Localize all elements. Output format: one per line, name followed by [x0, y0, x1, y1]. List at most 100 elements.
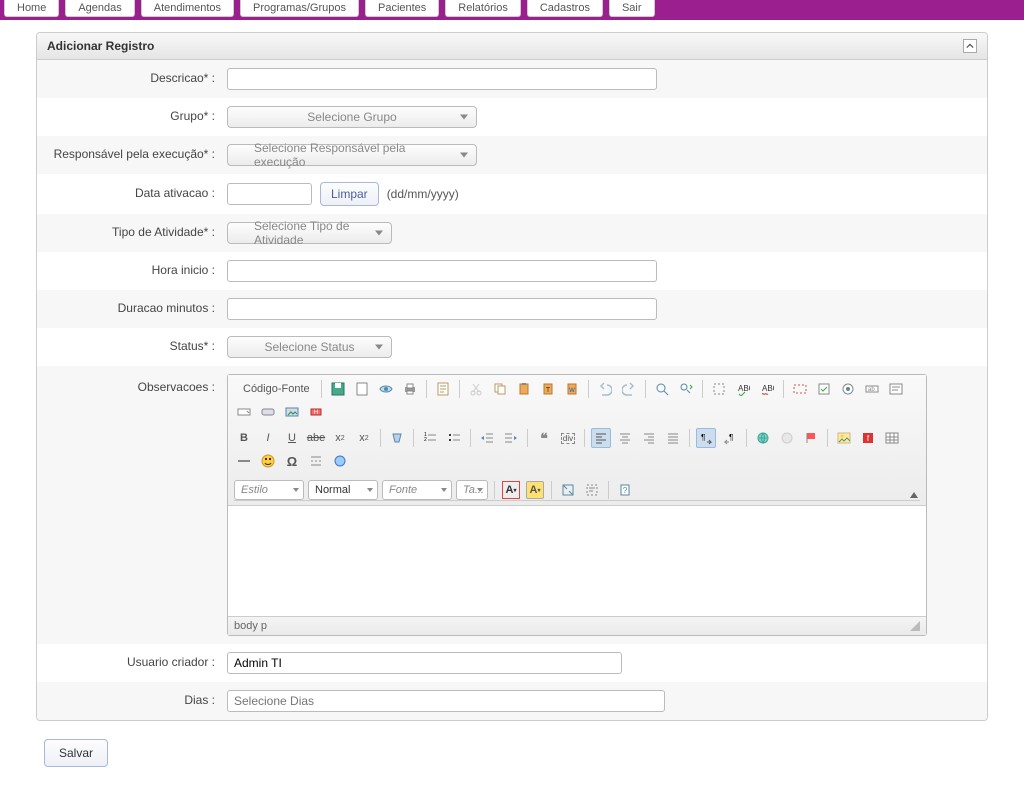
- find-icon[interactable]: [652, 379, 672, 399]
- paste-icon[interactable]: [514, 379, 534, 399]
- status-select[interactable]: Selecione Status: [227, 336, 392, 358]
- tipo-atividade-select[interactable]: Selecione Tipo de Atividade: [227, 222, 392, 244]
- nav-pacientes[interactable]: Pacientes: [365, 0, 439, 17]
- scayt-icon[interactable]: ABC: [757, 379, 777, 399]
- nav-agendas[interactable]: Agendas: [65, 0, 134, 17]
- bgcolor-icon[interactable]: A▾: [525, 480, 545, 500]
- undo-icon[interactable]: [595, 379, 615, 399]
- table-icon[interactable]: [882, 428, 902, 448]
- iframe-icon[interactable]: [330, 451, 350, 471]
- form-icon[interactable]: [790, 379, 810, 399]
- style-combo[interactable]: Estilo: [234, 480, 304, 500]
- editor-resize-handle[interactable]: [910, 621, 920, 631]
- nav-sair[interactable]: Sair: [609, 0, 655, 17]
- specialchar-icon[interactable]: Ω: [282, 451, 302, 471]
- hora-inicio-input[interactable]: [227, 260, 657, 282]
- cut-icon[interactable]: [466, 379, 486, 399]
- svg-text:ABC: ABC: [738, 384, 750, 393]
- ltr-icon[interactable]: ¶: [696, 428, 716, 448]
- radio-icon[interactable]: [838, 379, 858, 399]
- superscript-icon[interactable]: x2: [354, 428, 374, 448]
- spellcheck-icon[interactable]: ABC: [733, 379, 753, 399]
- copy-icon[interactable]: [490, 379, 510, 399]
- duracao-input[interactable]: [227, 298, 657, 320]
- maximize-icon[interactable]: [558, 480, 578, 500]
- replace-icon[interactable]: [676, 379, 696, 399]
- nav-cadastros[interactable]: Cadastros: [527, 0, 603, 17]
- underline-icon[interactable]: U: [282, 428, 302, 448]
- align-left-icon[interactable]: [591, 428, 611, 448]
- bold-icon[interactable]: B: [234, 428, 254, 448]
- link-icon[interactable]: [753, 428, 773, 448]
- usuario-criador-input[interactable]: [227, 652, 622, 674]
- templates-icon[interactable]: [433, 379, 453, 399]
- imagebutton-icon[interactable]: [282, 402, 302, 422]
- descricao-input[interactable]: [227, 68, 657, 90]
- hr-icon[interactable]: [234, 451, 254, 471]
- indent-icon[interactable]: [501, 428, 521, 448]
- editor-elements-path[interactable]: body p: [234, 620, 267, 632]
- selectall-icon[interactable]: [709, 379, 729, 399]
- unlink-icon[interactable]: [777, 428, 797, 448]
- about-icon[interactable]: ?: [615, 480, 635, 500]
- format-combo-label: Normal: [315, 484, 350, 496]
- nav-atendimentos[interactable]: Atendimentos: [141, 0, 234, 17]
- outdent-icon[interactable]: [477, 428, 497, 448]
- format-combo[interactable]: Normal: [308, 480, 378, 500]
- label-dias: Dias :: [47, 693, 227, 709]
- image-icon[interactable]: [834, 428, 854, 448]
- newpage-icon[interactable]: [352, 379, 372, 399]
- label-data-ativacao: Data ativacao :: [47, 186, 227, 202]
- limpar-button[interactable]: Limpar: [320, 182, 379, 206]
- blockquote-icon[interactable]: ❝: [534, 428, 554, 448]
- hiddenfield-icon[interactable]: H: [306, 402, 326, 422]
- toolbar-separator: [527, 429, 528, 447]
- font-combo[interactable]: Fonte: [382, 480, 452, 500]
- paste-text-icon[interactable]: T: [538, 379, 558, 399]
- smiley-icon[interactable]: [258, 451, 278, 471]
- textcolor-icon[interactable]: A▾: [501, 480, 521, 500]
- align-center-icon[interactable]: [615, 428, 635, 448]
- responsavel-select[interactable]: Selecione Responsável pela execução: [227, 144, 477, 166]
- anchor-icon[interactable]: [801, 428, 821, 448]
- nav-home[interactable]: Home: [4, 0, 59, 17]
- nav-relatorios[interactable]: Relatórios: [445, 0, 521, 17]
- editor-content-area[interactable]: [228, 506, 926, 616]
- select-field-icon[interactable]: [234, 402, 254, 422]
- nav-programas-grupos[interactable]: Programas/Grupos: [240, 0, 359, 17]
- redo-icon[interactable]: [619, 379, 639, 399]
- align-justify-icon[interactable]: [663, 428, 683, 448]
- toolbar-separator: [494, 481, 495, 499]
- save-icon[interactable]: [328, 379, 348, 399]
- div-icon[interactable]: div: [558, 428, 578, 448]
- toolbar-separator: [413, 429, 414, 447]
- preview-icon[interactable]: [376, 379, 396, 399]
- rtl-icon[interactable]: ¶: [720, 428, 740, 448]
- flash-icon[interactable]: f: [858, 428, 878, 448]
- paste-word-icon[interactable]: W: [562, 379, 582, 399]
- data-ativacao-input[interactable]: [227, 183, 312, 205]
- grupo-select[interactable]: Selecione Grupo: [227, 106, 477, 128]
- size-combo[interactable]: Ta...: [456, 480, 488, 500]
- source-button[interactable]: Código-Fonte: [234, 379, 315, 399]
- subscript-icon[interactable]: x2: [330, 428, 350, 448]
- panel-collapse-button[interactable]: [963, 39, 977, 53]
- bulleted-list-icon[interactable]: [444, 428, 464, 448]
- pagebreak-icon[interactable]: [306, 451, 326, 471]
- label-duracao: Duracao minutos :: [47, 301, 227, 317]
- print-icon[interactable]: [400, 379, 420, 399]
- toolbar-collapse-icon[interactable]: [910, 492, 920, 498]
- checkbox-icon[interactable]: [814, 379, 834, 399]
- strike-icon[interactable]: abe: [306, 428, 326, 448]
- align-right-icon[interactable]: [639, 428, 659, 448]
- italic-icon[interactable]: I: [258, 428, 278, 448]
- textarea-icon[interactable]: [886, 379, 906, 399]
- numbered-list-icon[interactable]: 12: [420, 428, 440, 448]
- salvar-button[interactable]: Salvar: [44, 739, 108, 767]
- showblocks-icon[interactable]: [582, 480, 602, 500]
- textfield-icon[interactable]: ab: [862, 379, 882, 399]
- removeformat-icon[interactable]: [387, 428, 407, 448]
- svg-text:2: 2: [424, 437, 427, 443]
- button-field-icon[interactable]: [258, 402, 278, 422]
- dias-input[interactable]: [227, 690, 665, 712]
